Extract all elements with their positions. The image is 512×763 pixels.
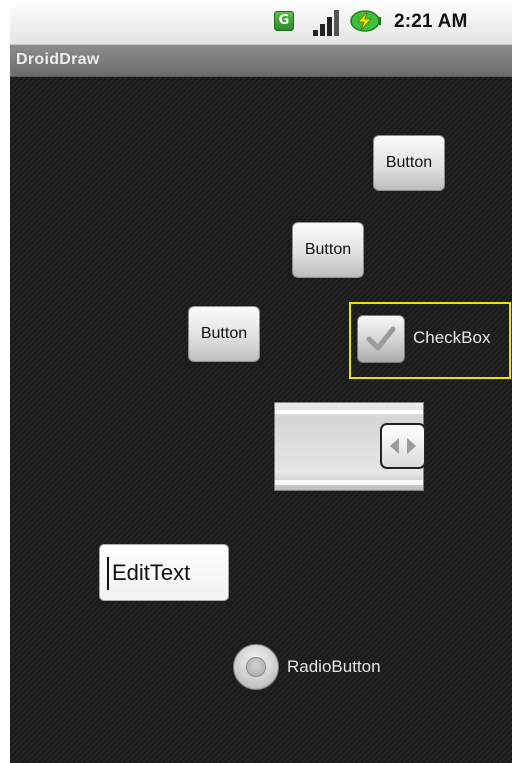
battery-charging-icon [350, 10, 381, 32]
left-right-arrows-icon [390, 438, 416, 454]
layout-canvas: Button Button Button CheckBox EditText R… [10, 77, 512, 763]
edit-text-value: EditText [112, 560, 191, 585]
slider-highlight-bottom [275, 480, 423, 485]
slider-highlight [275, 410, 423, 414]
radio-button-circle[interactable] [233, 644, 279, 690]
button-top[interactable]: Button [373, 135, 445, 191]
checkbox-box[interactable] [357, 315, 405, 363]
radio-button-dot [246, 657, 266, 677]
device-screen: G 2:21 AM DroidDraw Button Button Button [10, 0, 512, 763]
checkbox-label: CheckBox [413, 328, 491, 347]
slider-handle[interactable] [380, 423, 426, 469]
button-middle[interactable]: Button [292, 222, 364, 278]
carrier-g-icon: G [274, 11, 294, 31]
text-cursor [107, 557, 109, 590]
app-title: DroidDraw [16, 51, 100, 68]
checkbox[interactable]: CheckBox [349, 302, 511, 379]
status-bar: G 2:21 AM [10, 0, 512, 45]
sliding-drawer[interactable] [274, 402, 426, 491]
signal-bars-icon [311, 8, 341, 36]
radio-button-label[interactable]: RadioButton [287, 657, 381, 677]
edit-text-field[interactable]: EditText [99, 544, 229, 601]
title-bar: DroidDraw [10, 45, 512, 77]
check-mark-icon [366, 326, 396, 351]
button-left[interactable]: Button [188, 306, 260, 362]
clock: 2:21 AM [394, 11, 468, 32]
